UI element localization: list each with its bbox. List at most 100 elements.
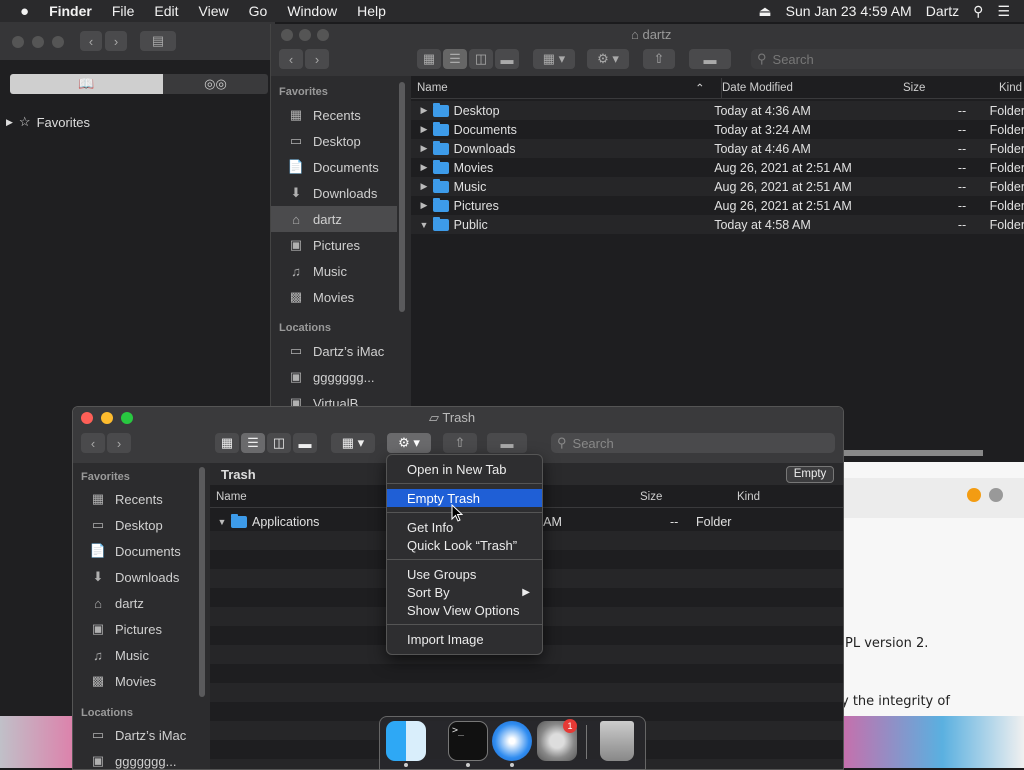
close-button[interactable] xyxy=(12,36,24,48)
eject-icon[interactable]: ⏏ xyxy=(758,3,771,20)
magnifier-icon[interactable] xyxy=(989,488,1003,502)
column-header-name[interactable]: Name xyxy=(417,78,448,98)
menu-item-use-groups[interactable]: Use Groups xyxy=(387,565,542,583)
tags-button[interactable]: ▬ xyxy=(689,49,731,69)
column-header-size[interactable]: Size xyxy=(640,487,662,507)
menubar-user[interactable]: Dartz xyxy=(926,3,959,19)
sidebar-item-downloads[interactable]: ⬇ Downloads xyxy=(271,180,397,206)
disclosure-triangle-expanded-icon[interactable]: ▼ xyxy=(415,220,433,230)
sidebar-item-documents[interactable]: 📄 Documents xyxy=(73,538,199,564)
tags-button[interactable]: ▬ xyxy=(487,433,527,453)
sidebar-item-disk[interactable]: ▣ ggggggg... xyxy=(271,364,397,390)
terminal-icon[interactable]: >_ xyxy=(448,721,488,761)
bookmarks-tab[interactable]: 📖 xyxy=(10,74,163,94)
action-gear-button[interactable]: ⚙ ▾ xyxy=(587,49,629,69)
sidebar-item-pictures[interactable]: ▣ Pictures xyxy=(271,232,397,258)
sidebar-item-desktop[interactable]: ▭ Desktop xyxy=(271,128,397,154)
disclosure-triangle-expanded-icon[interactable]: ▼ xyxy=(213,517,231,527)
share-button[interactable]: ⇧ xyxy=(443,433,477,453)
forward-button[interactable]: › xyxy=(105,31,127,51)
disclosure-triangle-icon[interactable]: ▶ xyxy=(415,143,433,154)
column-header-date[interactable]: Date Modified xyxy=(721,78,793,98)
minimize-button[interactable] xyxy=(101,412,113,424)
app-menu-finder[interactable]: Finder xyxy=(49,3,92,19)
refresh-icon[interactable] xyxy=(967,488,981,502)
disclosure-triangle-icon[interactable]: ▶ xyxy=(415,105,433,116)
table-row[interactable]: ▶ Pictures Aug 26, 2021 at 2:51 AM -- Folder xyxy=(411,196,1024,215)
notification-center-icon[interactable]: ☰ xyxy=(997,3,1010,20)
menu-item-sort-by[interactable]: Sort By ▶ xyxy=(387,583,542,601)
sidebar-item-dartz[interactable]: ⌂ dartz xyxy=(73,590,199,616)
action-gear-button[interactable]: ⚙ ▾ xyxy=(387,433,431,453)
back-button[interactable]: ‹ xyxy=(80,31,102,51)
column-view-button[interactable]: ◫ xyxy=(469,49,493,69)
sidebar-toggle-icon[interactable]: ▤ xyxy=(140,31,176,51)
sidebar-item-music[interactable]: ♫ Music xyxy=(73,642,199,668)
sidebar-item-movies[interactable]: ▩ Movies xyxy=(73,668,199,694)
sidebar-scrollbar[interactable] xyxy=(199,467,205,697)
column-view-button[interactable]: ◫ xyxy=(267,433,291,453)
disclosure-triangle-icon[interactable]: ▶ xyxy=(415,181,433,192)
table-row[interactable]: ▶ Documents Today at 3:24 AM -- Folder xyxy=(411,120,1024,139)
icon-view-button[interactable]: ▦ xyxy=(215,433,239,453)
sidebar-item-imac[interactable]: ▭ Dartz’s iMac xyxy=(271,338,397,364)
search-field[interactable]: ⚲ Search xyxy=(551,433,835,453)
table-row[interactable]: ▼ Public Today at 4:58 AM -- Folder xyxy=(411,215,1024,234)
column-header-size[interactable]: Size xyxy=(903,78,925,98)
menu-edit[interactable]: Edit xyxy=(154,3,178,19)
menu-item-get-info[interactable]: Get Info xyxy=(387,518,542,536)
sidebar-item-movies[interactable]: ▩ Movies xyxy=(271,284,397,310)
trash-icon[interactable] xyxy=(600,721,634,761)
column-header-kind[interactable]: Kind xyxy=(737,487,760,507)
column-header-kind[interactable]: Kind xyxy=(999,78,1022,98)
list-view-button[interactable]: ☰ xyxy=(241,433,265,453)
sidebar-scrollbar[interactable] xyxy=(399,82,405,312)
menu-help[interactable]: Help xyxy=(357,3,386,19)
share-button[interactable]: ⇧ xyxy=(643,49,675,69)
disclosure-triangle-icon[interactable]: ▶ xyxy=(415,124,433,135)
sidebar-item-documents[interactable]: 📄 Documents xyxy=(271,154,397,180)
disclosure-triangle-icon[interactable]: ▶ xyxy=(6,117,13,128)
sidebar-item-dartz[interactable]: ⌂ dartz xyxy=(271,206,397,232)
menu-go[interactable]: Go xyxy=(249,3,268,19)
zoom-button[interactable] xyxy=(52,36,64,48)
sidebar-item-virtualbox[interactable]: ▣ VirtualB... xyxy=(271,390,397,406)
list-view-button[interactable]: ☰ xyxy=(443,49,467,69)
menu-window[interactable]: Window xyxy=(287,3,337,19)
finder-icon[interactable] xyxy=(386,721,426,761)
sidebar-item-recents[interactable]: ▦ Recents xyxy=(271,102,397,128)
close-button[interactable] xyxy=(81,412,93,424)
column-header-name[interactable]: Name xyxy=(216,487,247,507)
back-button[interactable]: ‹ xyxy=(81,433,105,453)
sidebar-item-desktop[interactable]: ▭ Desktop xyxy=(73,512,199,538)
zoom-button[interactable] xyxy=(121,412,133,424)
apple-menu-icon[interactable]: ● xyxy=(20,3,29,20)
safari-icon[interactable] xyxy=(492,721,532,761)
sidebar-item-imac[interactable]: ▭ Dartz’s iMac xyxy=(73,722,199,748)
table-row[interactable]: ▶ Music Aug 26, 2021 at 2:51 AM -- Folder xyxy=(411,177,1024,196)
minimize-button[interactable] xyxy=(299,29,311,41)
sidebar-item-disk[interactable]: ▣ ggggggg... xyxy=(73,748,199,769)
forward-button[interactable]: › xyxy=(305,49,329,69)
close-button[interactable] xyxy=(281,29,293,41)
gallery-view-button[interactable]: ▬ xyxy=(293,433,317,453)
menubar-clock[interactable]: Sun Jan 23 4:59 AM xyxy=(786,3,912,19)
group-button[interactable]: ▦ ▾ xyxy=(533,49,575,69)
minimize-button[interactable] xyxy=(32,36,44,48)
gallery-view-button[interactable]: ▬ xyxy=(495,49,519,69)
disclosure-triangle-icon[interactable]: ▶ xyxy=(415,200,433,211)
search-field[interactable]: ⚲ Search xyxy=(751,49,1024,69)
table-row[interactable]: ▶ Downloads Today at 4:46 AM -- Folder xyxy=(411,139,1024,158)
empty-trash-button[interactable]: Empty xyxy=(786,466,834,483)
menu-item-import-image[interactable]: Import Image xyxy=(387,630,542,648)
sidebar-item-recents[interactable]: ▦ Recents xyxy=(73,486,199,512)
favorites-disclosure[interactable]: ▶ ☆ Favorites xyxy=(6,114,90,130)
back-button[interactable]: ‹ xyxy=(279,49,303,69)
sidebar-item-music[interactable]: ♫ Music xyxy=(271,258,397,284)
menu-view[interactable]: View xyxy=(199,3,229,19)
forward-button[interactable]: › xyxy=(107,433,131,453)
zoom-button[interactable] xyxy=(317,29,329,41)
menu-item-empty-trash[interactable]: Empty Trash xyxy=(387,489,542,507)
table-row[interactable]: ▶ Movies Aug 26, 2021 at 2:51 AM -- Folder xyxy=(411,158,1024,177)
disclosure-triangle-icon[interactable]: ▶ xyxy=(415,162,433,173)
